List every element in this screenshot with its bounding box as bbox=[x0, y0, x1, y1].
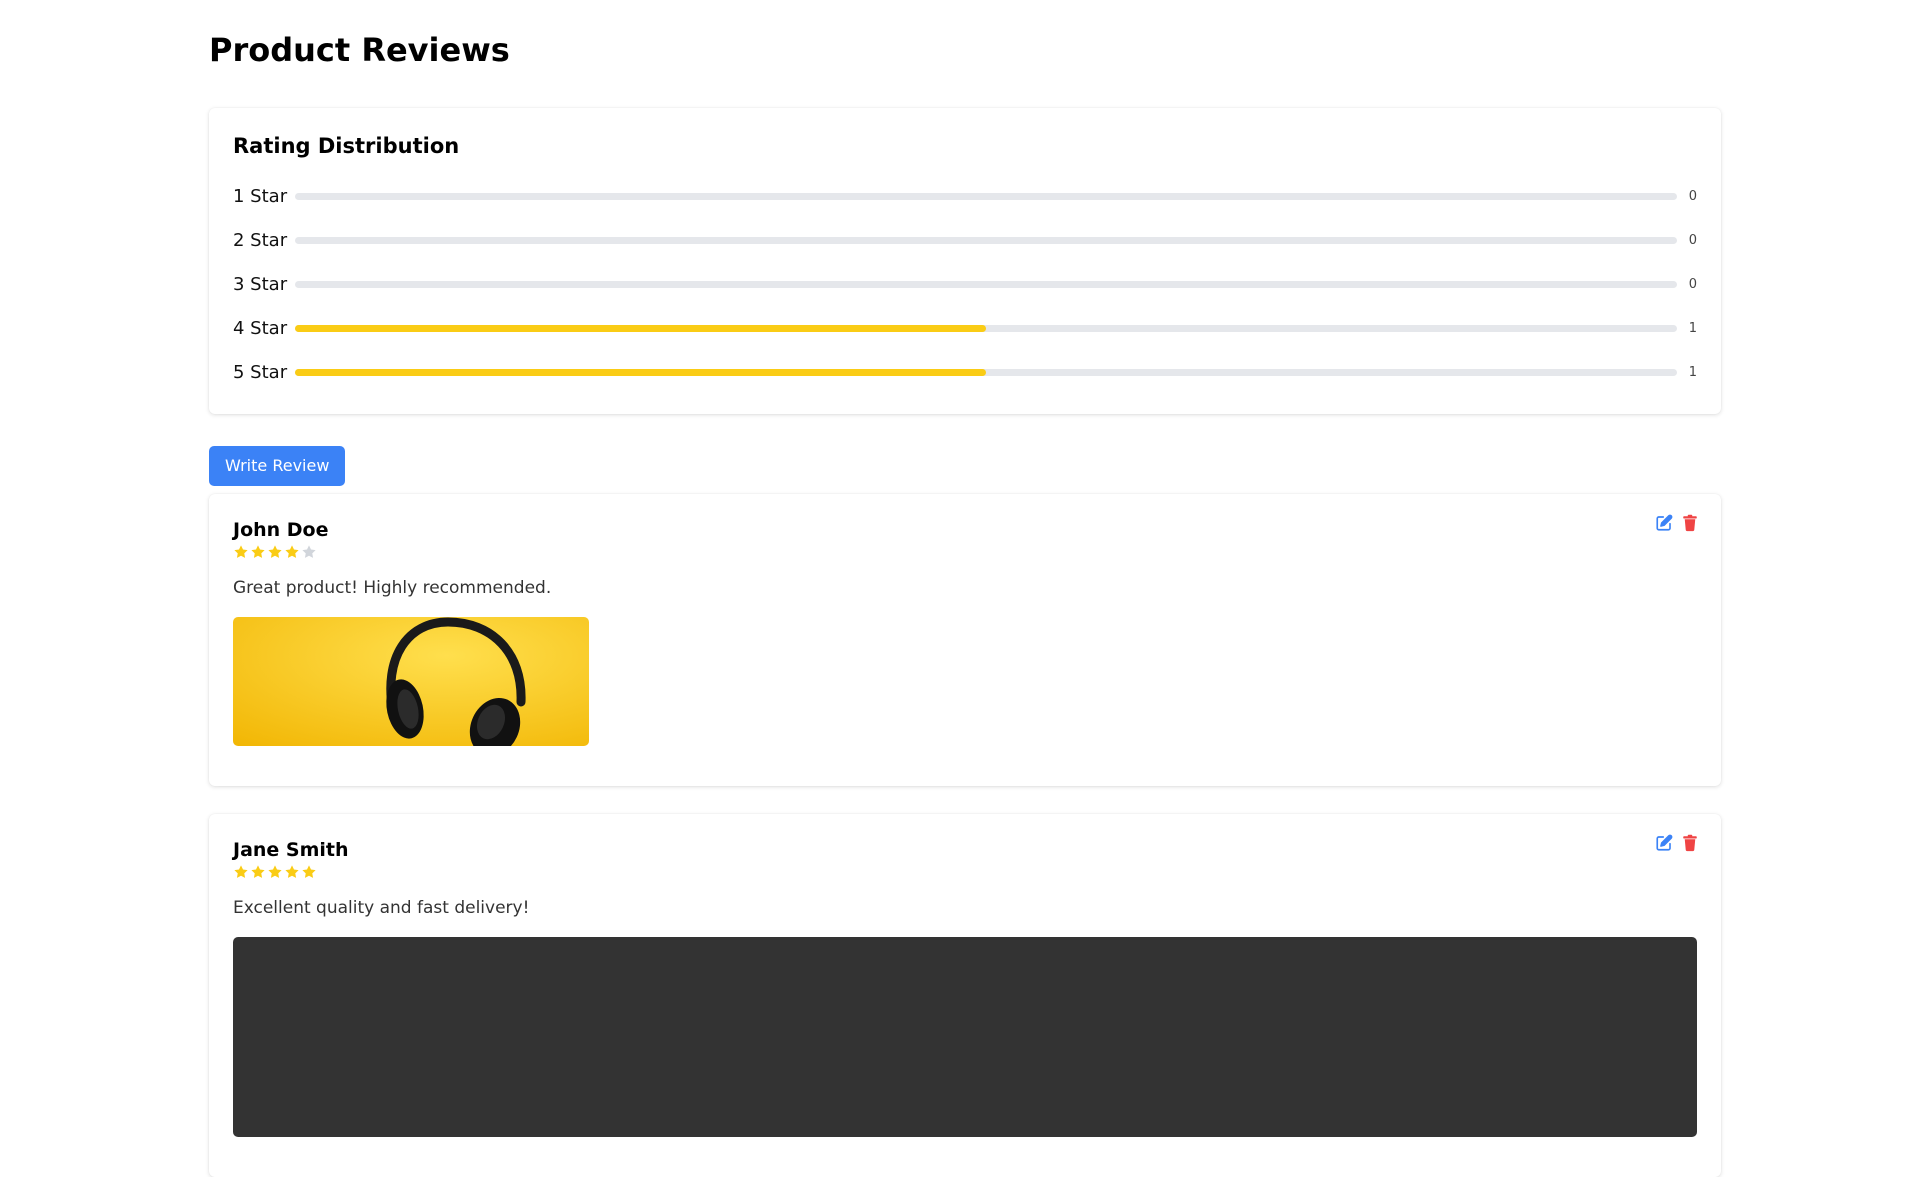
rating-distribution-title: Rating Distribution bbox=[233, 134, 460, 158]
star-filled-icon bbox=[284, 864, 300, 880]
star-rating bbox=[233, 543, 1697, 561]
distribution-row-5: 5 Star 1 bbox=[233, 350, 1697, 394]
page: Product Reviews Rating Distribution 1 St… bbox=[209, 0, 1721, 1177]
distribution-label: 2 Star bbox=[233, 229, 288, 251]
distribution-bar-fill bbox=[295, 324, 986, 332]
page-title: Product Reviews bbox=[209, 31, 510, 69]
trash-icon[interactable] bbox=[1681, 514, 1699, 532]
review-actions bbox=[1655, 834, 1699, 852]
distribution-count: 0 bbox=[1688, 232, 1697, 248]
distribution-row-2: 2 Star 0 bbox=[233, 218, 1697, 262]
star-filled-icon bbox=[267, 544, 283, 560]
star-filled-icon bbox=[301, 864, 317, 880]
distribution-count: 0 bbox=[1688, 276, 1697, 292]
distribution-bar-track bbox=[295, 236, 1677, 244]
review-card: John Doe Great product! Highly recommend… bbox=[209, 494, 1721, 786]
distribution-bar-track bbox=[295, 368, 1677, 376]
distribution-bar-track bbox=[295, 192, 1677, 200]
distribution-row-3: 3 Star 0 bbox=[233, 262, 1697, 306]
star-filled-icon bbox=[250, 544, 266, 560]
distribution-count: 0 bbox=[1688, 188, 1697, 204]
star-filled-icon bbox=[250, 864, 266, 880]
reviewer-name: Jane Smith bbox=[233, 839, 349, 861]
review-text: Great product! Highly recommended. bbox=[233, 578, 552, 598]
review-text: Excellent quality and fast delivery! bbox=[233, 898, 530, 918]
headphones-photo bbox=[233, 617, 589, 746]
trash-icon[interactable] bbox=[1681, 834, 1699, 852]
star-empty-icon bbox=[301, 544, 317, 560]
distribution-label: 1 Star bbox=[233, 185, 288, 207]
review-image bbox=[233, 937, 1697, 1137]
distribution-count: 1 bbox=[1688, 364, 1697, 380]
edit-icon[interactable] bbox=[1655, 834, 1673, 852]
review-card: Jane Smith Excellent quality and fast de… bbox=[209, 814, 1721, 1177]
distribution-bar-fill bbox=[295, 368, 986, 376]
star-rating bbox=[233, 863, 1697, 881]
review-image bbox=[233, 617, 589, 746]
edit-icon[interactable] bbox=[1655, 514, 1673, 532]
distribution-bar-track bbox=[295, 280, 1677, 288]
distribution-label: 4 Star bbox=[233, 317, 288, 339]
star-filled-icon bbox=[267, 864, 283, 880]
distribution-bar-track bbox=[295, 324, 1677, 332]
distribution-label: 5 Star bbox=[233, 361, 288, 383]
distribution-row-1: 1 Star 0 bbox=[233, 174, 1697, 218]
rating-distribution-card: Rating Distribution 1 Star 0 2 Star 0 3 … bbox=[209, 108, 1721, 414]
star-filled-icon bbox=[233, 864, 249, 880]
write-review-button[interactable]: Write Review bbox=[209, 446, 346, 486]
distribution-count: 1 bbox=[1688, 320, 1697, 336]
distribution-row-4: 4 Star 1 bbox=[233, 306, 1697, 350]
star-filled-icon bbox=[284, 544, 300, 560]
review-actions bbox=[1655, 514, 1699, 532]
distribution-label: 3 Star bbox=[233, 273, 288, 295]
reviewer-name: John Doe bbox=[233, 519, 329, 541]
star-filled-icon bbox=[233, 544, 249, 560]
